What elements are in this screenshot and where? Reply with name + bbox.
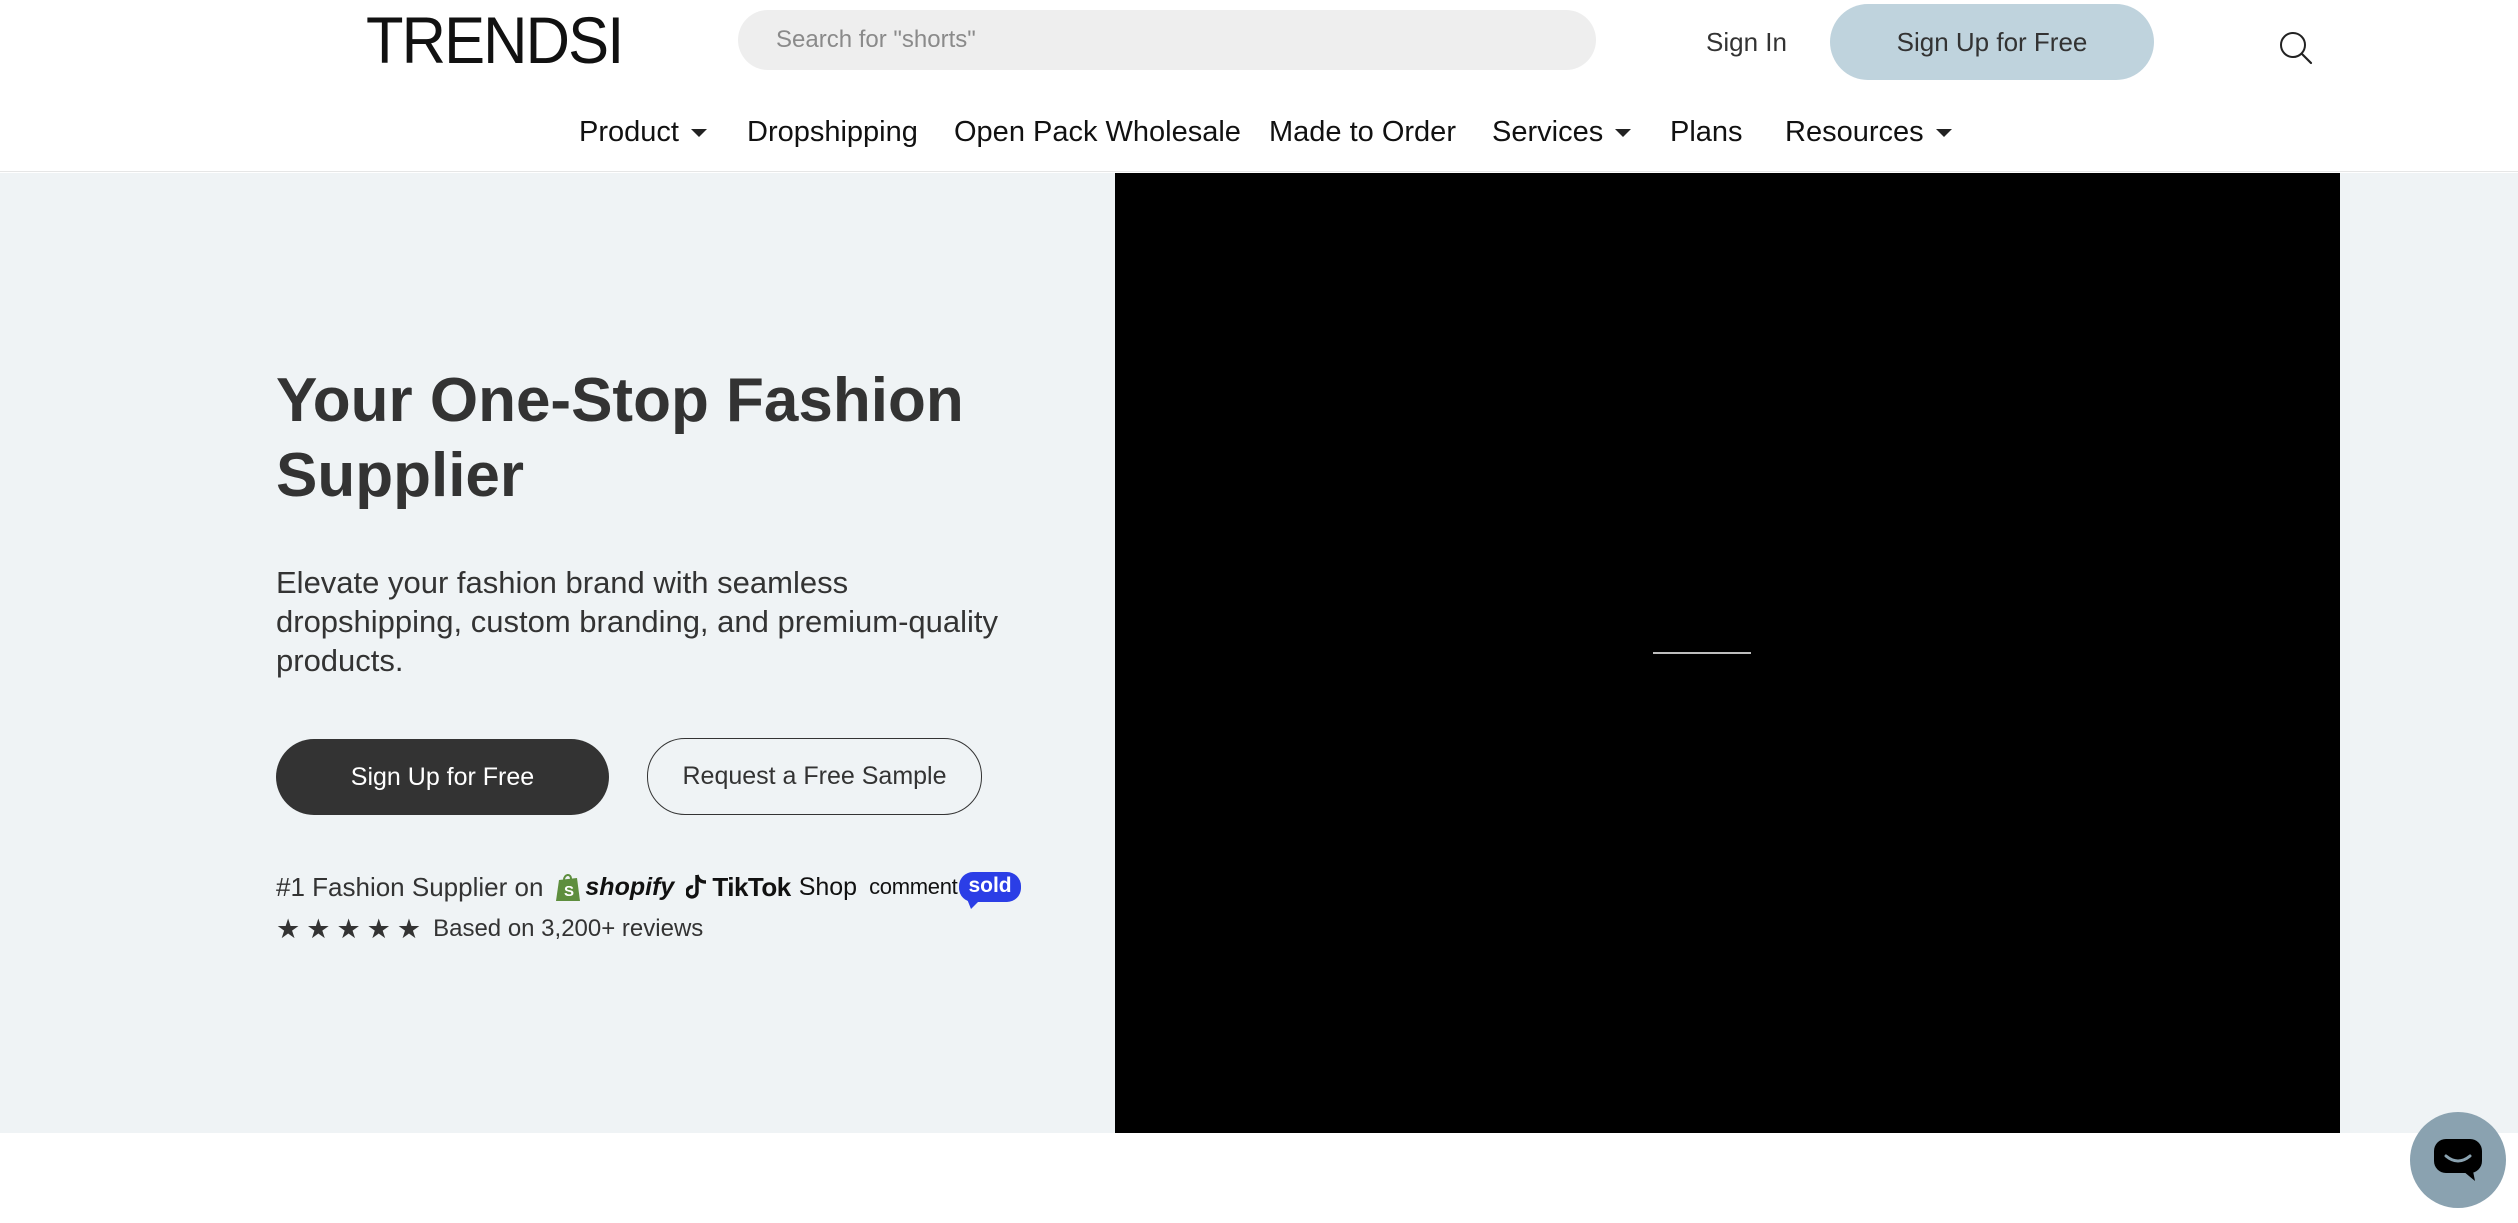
nav-item-label: Resources <box>1785 115 1924 148</box>
nav-item-plans[interactable]: Plans <box>1670 110 1743 154</box>
nav-item-open-pack-wholesale[interactable]: Open Pack Wholesale <box>954 110 1241 154</box>
caret-down-icon <box>1615 129 1632 137</box>
search-input[interactable] <box>776 10 1536 70</box>
shopify-logo: S shopify <box>555 872 674 902</box>
rating-stars: ★ ★ ★ ★ ★ <box>276 914 421 944</box>
video-loading-bar <box>1653 652 1751 654</box>
nav-item-services[interactable]: Services <box>1492 110 1632 154</box>
nav-item-label: Made to Order <box>1269 115 1456 148</box>
trendsi-logo[interactable]: TRENDSI <box>366 4 624 76</box>
nav-item-label: Plans <box>1670 115 1743 148</box>
sign-up-button-header[interactable]: Sign Up for Free <box>1830 4 2154 80</box>
star-icon: ★ <box>336 914 361 944</box>
hero-section: Your One-Stop Fashion Supplier Elevate y… <box>0 173 2518 1133</box>
chat-icon <box>2434 1139 2482 1181</box>
caret-down-icon <box>1935 129 1952 137</box>
request-sample-button[interactable]: Request a Free Sample <box>647 738 982 815</box>
nav-item-label: Services <box>1492 115 1604 148</box>
speech-bubble-tail <box>967 899 982 909</box>
search-icon[interactable] <box>2278 30 2314 66</box>
hero-title: Your One-Stop Fashion Supplier <box>276 366 964 510</box>
hero-subtitle: Elevate your fashion brand with seamless… <box>276 565 999 678</box>
star-icon: ★ <box>366 914 391 944</box>
nav-item-label: Dropshipping <box>747 115 918 148</box>
nav-item-dropshipping[interactable]: Dropshipping <box>747 110 918 154</box>
sign-up-button[interactable]: Sign Up for Free <box>276 739 609 815</box>
shopify-bag-icon: S <box>556 874 581 901</box>
commentsold-logo: comment sold <box>869 872 1021 909</box>
caret-down-icon <box>690 129 707 137</box>
nav-item-made-to-order[interactable]: Made to Order <box>1269 110 1456 154</box>
hero-video[interactable] <box>1115 173 2340 1133</box>
tiktok-shop-logo: TikTok Shop <box>686 872 857 903</box>
commentsold-sold-badge: sold <box>959 872 1021 909</box>
commentsold-sold-text: sold <box>968 874 1012 897</box>
nav-item-label: Open Pack Wholesale <box>954 115 1241 148</box>
nav-item-resources[interactable]: Resources <box>1785 110 1952 154</box>
star-icon: ★ <box>396 914 422 944</box>
star-icon: ★ <box>276 914 301 944</box>
supplier-text: #1 Fashion Supplier on <box>276 871 544 902</box>
commentsold-comment-text: comment <box>869 874 958 899</box>
nav-item-label: Product <box>579 115 679 148</box>
svg-text:S: S <box>564 883 574 900</box>
tiktok-wordmark: TikTok <box>712 871 791 902</box>
review-count-text: Based on 3,200+ reviews <box>433 915 704 942</box>
shopify-wordmark: shopify <box>585 872 675 901</box>
supplier-platforms: #1 Fashion Supplier on S shopify TikTok … <box>276 865 1021 909</box>
review-rating: ★ ★ ★ ★ ★ Based on 3,200+ reviews <box>276 909 703 949</box>
tiktok-note-icon <box>686 874 707 899</box>
chat-widget-button[interactable] <box>2410 1112 2506 1208</box>
tiktok-shop-wordmark: Shop <box>798 872 858 901</box>
search-bar[interactable] <box>738 10 2313 70</box>
star-icon: ★ <box>306 914 331 944</box>
nav-item-product[interactable]: Product <box>579 110 707 154</box>
main-nav: Product Dropshipping Open Pack Wholesale… <box>0 110 2518 154</box>
sign-in-link[interactable]: Sign In <box>1706 26 1787 58</box>
site-header: TRENDSI Sign In Sign Up for Free Product… <box>0 0 2518 172</box>
page: TRENDSI Sign In Sign Up for Free Product… <box>0 0 2518 1223</box>
